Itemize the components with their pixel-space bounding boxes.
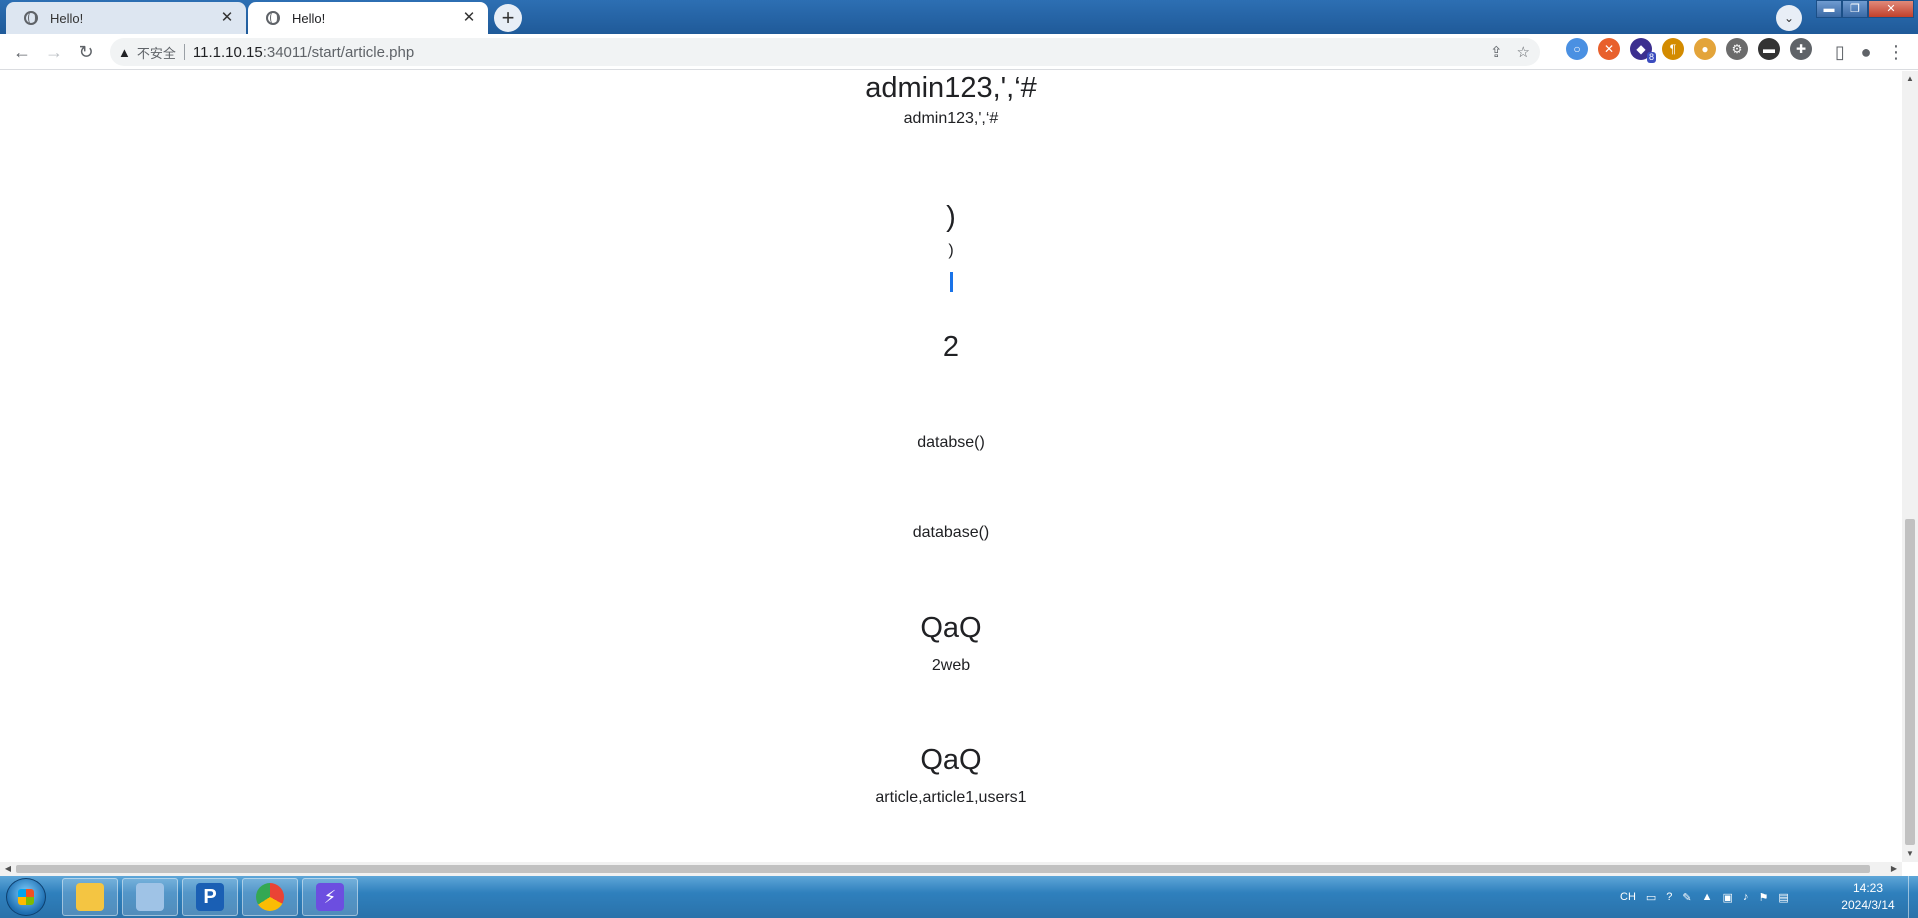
entry-text: database() — [912, 524, 990, 541]
taskbar-bolt-app[interactable]: ⚡ — [302, 878, 358, 916]
extension-glyph: ¶ — [1669, 42, 1677, 56]
minimize-button[interactable]: ▬ — [1816, 0, 1842, 18]
bolt-icon: ⚡ — [316, 883, 344, 911]
network-icon[interactable]: ▣ — [1723, 891, 1733, 904]
system-clock[interactable]: 14:23 2024/3/14 — [1830, 880, 1906, 914]
cookie-extension-icon[interactable]: ● — [1694, 38, 1716, 60]
scroll-left-arrow[interactable]: ◀ — [0, 862, 16, 876]
scroll-down-arrow[interactable]: ▼ — [1902, 846, 1918, 862]
extensions-bar: ○ ✕ ◆ 8 ¶ ● ⚙ ▬ ✚ — [1566, 38, 1812, 63]
tab-2[interactable]: Hello! ✕ — [248, 2, 488, 34]
help-icon[interactable]: ? — [1666, 891, 1672, 903]
extension-glyph: ○ — [1573, 42, 1581, 56]
show-desktop-button[interactable] — [1908, 876, 1918, 918]
keyboard-icon[interactable]: ▭ — [1646, 891, 1656, 904]
action-center-icon[interactable]: ⚑ — [1758, 891, 1768, 904]
cube-extension-icon[interactable]: ◆ 8 — [1630, 38, 1656, 63]
window-close-button[interactable]: ✕ — [1868, 0, 1914, 18]
tab-1[interactable]: Hello! ✕ — [6, 2, 246, 34]
entry-text: 2web — [931, 657, 971, 674]
extension-glyph: ⚙ — [1731, 42, 1743, 56]
close-icon[interactable]: ✕ — [218, 9, 236, 27]
puzzle-extension-icon[interactable]: ✚ — [1790, 38, 1812, 60]
entry-heading: 2 — [942, 331, 960, 363]
scroll-up-arrow[interactable]: ▲ — [1902, 71, 1918, 87]
extension-glyph: ▬ — [1763, 42, 1775, 56]
entry-heading: ) — [946, 201, 956, 233]
restore-button[interactable]: ❐ — [1842, 0, 1868, 18]
menu-icon[interactable]: ⋮ — [1882, 38, 1910, 66]
entry-heading: QaQ — [920, 612, 982, 644]
reload-button[interactable]: ↻ — [72, 38, 100, 66]
display-icon[interactable]: ▤ — [1778, 891, 1788, 904]
extension-glyph: ✚ — [1795, 42, 1807, 56]
scroll-right-arrow[interactable]: ▶ — [1886, 862, 1902, 876]
entry-text: ) — [948, 242, 954, 259]
taskbar-notepad[interactable] — [122, 878, 178, 916]
p-app-icon: P — [196, 883, 224, 911]
tab-title: Hello! — [50, 10, 84, 26]
tray-expand-icon[interactable]: ▲ — [1702, 891, 1713, 903]
text-cursor — [950, 272, 953, 292]
back-button[interactable]: ← — [8, 38, 36, 66]
taskbar-p-app[interactable]: P — [182, 878, 238, 916]
page-viewport: admin123,',‘# admin123,',‘# ) ) 2 databs… — [0, 71, 1902, 862]
entry-heading: QaQ — [920, 744, 982, 776]
share-icon[interactable]: ⇪ — [1490, 43, 1503, 61]
url-host: 11.1.10.15 — [192, 43, 263, 61]
extension-glyph: ◆ — [1636, 42, 1646, 56]
tab-search-button[interactable]: ⌄ — [1776, 5, 1802, 31]
system-tray: CH ▭ ? ✎ ▲ ▣ ♪ ⚑ ▤ — [1620, 876, 1789, 918]
start-button[interactable] — [6, 878, 46, 916]
pilcrow-extension-icon[interactable]: ¶ — [1662, 38, 1684, 60]
volume-icon[interactable]: ♪ — [1743, 891, 1749, 903]
chrome-icon — [256, 883, 284, 911]
extension-glyph: ✕ — [1603, 42, 1615, 56]
warning-icon: ▲ — [118, 44, 131, 60]
pen-icon[interactable]: ✎ — [1682, 891, 1691, 904]
forward-button[interactable]: → — [40, 38, 68, 66]
orange-extension-icon[interactable]: ✕ — [1598, 38, 1620, 60]
folder-icon — [76, 883, 104, 911]
language-indicator[interactable]: CH — [1620, 891, 1636, 903]
vertical-scroll-thumb[interactable] — [1905, 519, 1915, 845]
entry-text: article,article1,users1 — [875, 789, 1027, 806]
vertical-scrollbar[interactable]: ▲ ▼ — [1902, 71, 1918, 862]
close-icon[interactable]: ✕ — [460, 9, 478, 27]
new-tab-button[interactable]: + — [494, 4, 522, 32]
browser-titlebar: Hello! ✕ Hello! ✕ + ⌄ ▬ ❐ ✕ — [0, 0, 1918, 34]
entry-text: databse() — [917, 434, 985, 451]
horizontal-scrollbar[interactable]: ◀ ▶ — [0, 862, 1902, 876]
bookmark-star-icon[interactable]: ☆ — [1517, 43, 1530, 61]
extension-glyph: ● — [1701, 42, 1709, 56]
window-controls: ▬ ❐ ✕ — [1816, 0, 1914, 18]
security-label[interactable]: 不安全 — [137, 43, 176, 62]
taskbar-chrome[interactable] — [242, 878, 298, 916]
os-taskbar: P ⚡ CH ▭ ? ✎ ▲ ▣ ♪ ⚑ ▤ 14:23 2024/3/14 — [0, 876, 1918, 918]
horizontal-scroll-thumb[interactable] — [16, 865, 1870, 873]
circle-extension-icon[interactable]: ○ — [1566, 38, 1588, 60]
gear-extension-icon[interactable]: ⚙ — [1726, 38, 1748, 60]
profile-avatar[interactable]: ● — [1852, 38, 1880, 66]
taskbar-file-explorer[interactable] — [62, 878, 118, 916]
address-actions: ⇪ ☆ — [1490, 38, 1530, 66]
hat-extension-icon[interactable]: ▬ — [1758, 38, 1780, 60]
tab-title: Hello! — [292, 10, 326, 26]
globe-icon — [24, 11, 38, 25]
entry-text: admin123,',‘# — [903, 110, 999, 127]
address-bar[interactable]: ▲ 不安全 11.1.10.15:34011/start/article.php… — [110, 38, 1540, 66]
entry-heading: admin123,',‘# — [865, 72, 1037, 104]
extension-badge: 8 — [1646, 52, 1656, 63]
notepad-icon — [136, 883, 164, 911]
side-panel-icon[interactable]: ▯ — [1826, 38, 1854, 66]
clock-time: 14:23 — [1852, 881, 1884, 895]
url-path: :34011/start/article.php — [262, 43, 415, 61]
clock-date: 2024/3/14 — [1841, 898, 1895, 912]
globe-icon — [266, 11, 280, 25]
address-divider — [183, 44, 185, 60]
